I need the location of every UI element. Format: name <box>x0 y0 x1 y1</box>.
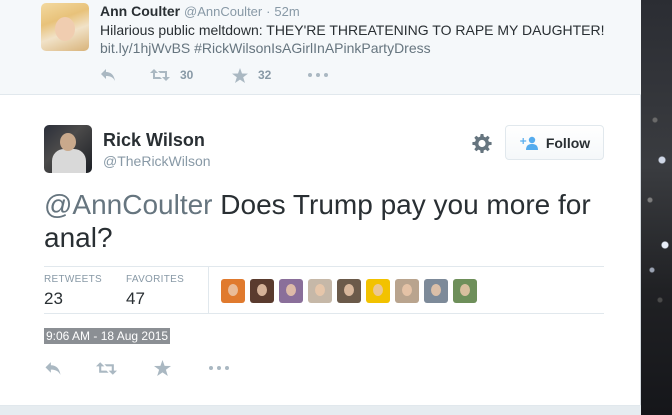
favoriter-avatar-7[interactable] <box>395 279 419 303</box>
favoriter-avatar-9[interactable] <box>453 279 477 303</box>
tweet-text: @AnnCoulter Does Trump pay you more for … <box>44 188 604 254</box>
favoriter-avatar-5[interactable] <box>337 279 361 303</box>
retweet-button[interactable] <box>96 361 154 376</box>
mention-link[interactable]: @AnnCoulter <box>44 189 213 220</box>
tweet-text: Hilarious public meltdown: THEY'RE THREA… <box>100 22 605 38</box>
reply-icon <box>101 69 115 81</box>
tweet-time[interactable]: 52m <box>274 4 299 19</box>
settings-button[interactable] <box>472 134 492 154</box>
more-button[interactable] <box>308 73 328 77</box>
retweet-count: 30 <box>180 68 194 82</box>
favoriter-avatars <box>221 279 482 303</box>
tweet-panel: Ann Coulter @AnnCoulter · 52m Hilarious … <box>0 0 641 415</box>
next-tweet-edge <box>0 405 641 415</box>
retweet-icon <box>150 69 170 81</box>
background-photo <box>640 0 672 415</box>
tweet-timestamp[interactable]: 9:06 AM - 18 Aug 2015 <box>44 328 171 344</box>
reply-button[interactable] <box>100 68 150 82</box>
gear-icon <box>472 134 492 153</box>
follow-button[interactable]: Follow <box>505 125 604 160</box>
favorite-button[interactable] <box>154 360 209 376</box>
author-name[interactable]: Rick Wilson <box>103 130 205 151</box>
previous-tweet-actions: 30 32 <box>100 66 328 84</box>
favoriter-avatar-6[interactable] <box>366 279 390 303</box>
author-name[interactable]: Ann Coulter <box>100 3 180 19</box>
previous-tweet[interactable]: Ann Coulter @AnnCoulter · 52m Hilarious … <box>0 0 641 95</box>
avatar[interactable] <box>41 3 89 51</box>
separator: · <box>266 4 271 19</box>
author-handle[interactable]: @TheRickWilson <box>103 153 211 169</box>
reply-button[interactable] <box>44 361 96 376</box>
favoriter-avatar-4[interactable] <box>308 279 332 303</box>
retweet-icon <box>96 361 117 375</box>
previous-tweet-text: Hilarious public meltdown: THEY'RE THREA… <box>100 21 630 57</box>
favoriter-avatar-2[interactable] <box>250 279 274 303</box>
avatar[interactable] <box>44 125 92 173</box>
favoriter-avatar-1[interactable] <box>221 279 245 303</box>
retweets-label: RETWEETS <box>44 274 102 285</box>
more-icon <box>308 73 328 77</box>
reply-icon <box>45 361 61 375</box>
follow-label: Follow <box>545 134 591 151</box>
tweet-actions <box>44 358 229 378</box>
retweets-stat[interactable]: RETWEETS 23 <box>44 274 102 309</box>
favorites-label: FAVORITES <box>126 274 185 285</box>
tweet-link[interactable]: bit.ly/1hjWvBS #RickWilsonIsAGirlInAPink… <box>100 39 630 57</box>
retweet-button[interactable]: 30 <box>150 68 232 82</box>
favorites-value: 47 <box>126 289 145 308</box>
author-handle[interactable]: @AnnCoulter <box>184 4 262 19</box>
retweets-value: 23 <box>44 289 63 308</box>
favoriter-avatar-8[interactable] <box>424 279 448 303</box>
add-user-icon <box>520 136 538 150</box>
favorites-stat[interactable]: FAVORITES 47 <box>126 274 184 309</box>
more-button[interactable] <box>209 366 229 370</box>
star-icon <box>232 67 248 83</box>
star-icon <box>154 360 171 376</box>
favorite-count: 32 <box>258 68 272 82</box>
favorite-button[interactable]: 32 <box>232 67 308 83</box>
previous-tweet-header: Ann Coulter @AnnCoulter · 52m <box>100 3 300 19</box>
stats-divider <box>208 267 209 314</box>
tweet-stats: RETWEETS 23 FAVORITES 47 <box>44 266 604 314</box>
more-icon <box>209 366 229 370</box>
favoriter-avatar-3[interactable] <box>279 279 303 303</box>
